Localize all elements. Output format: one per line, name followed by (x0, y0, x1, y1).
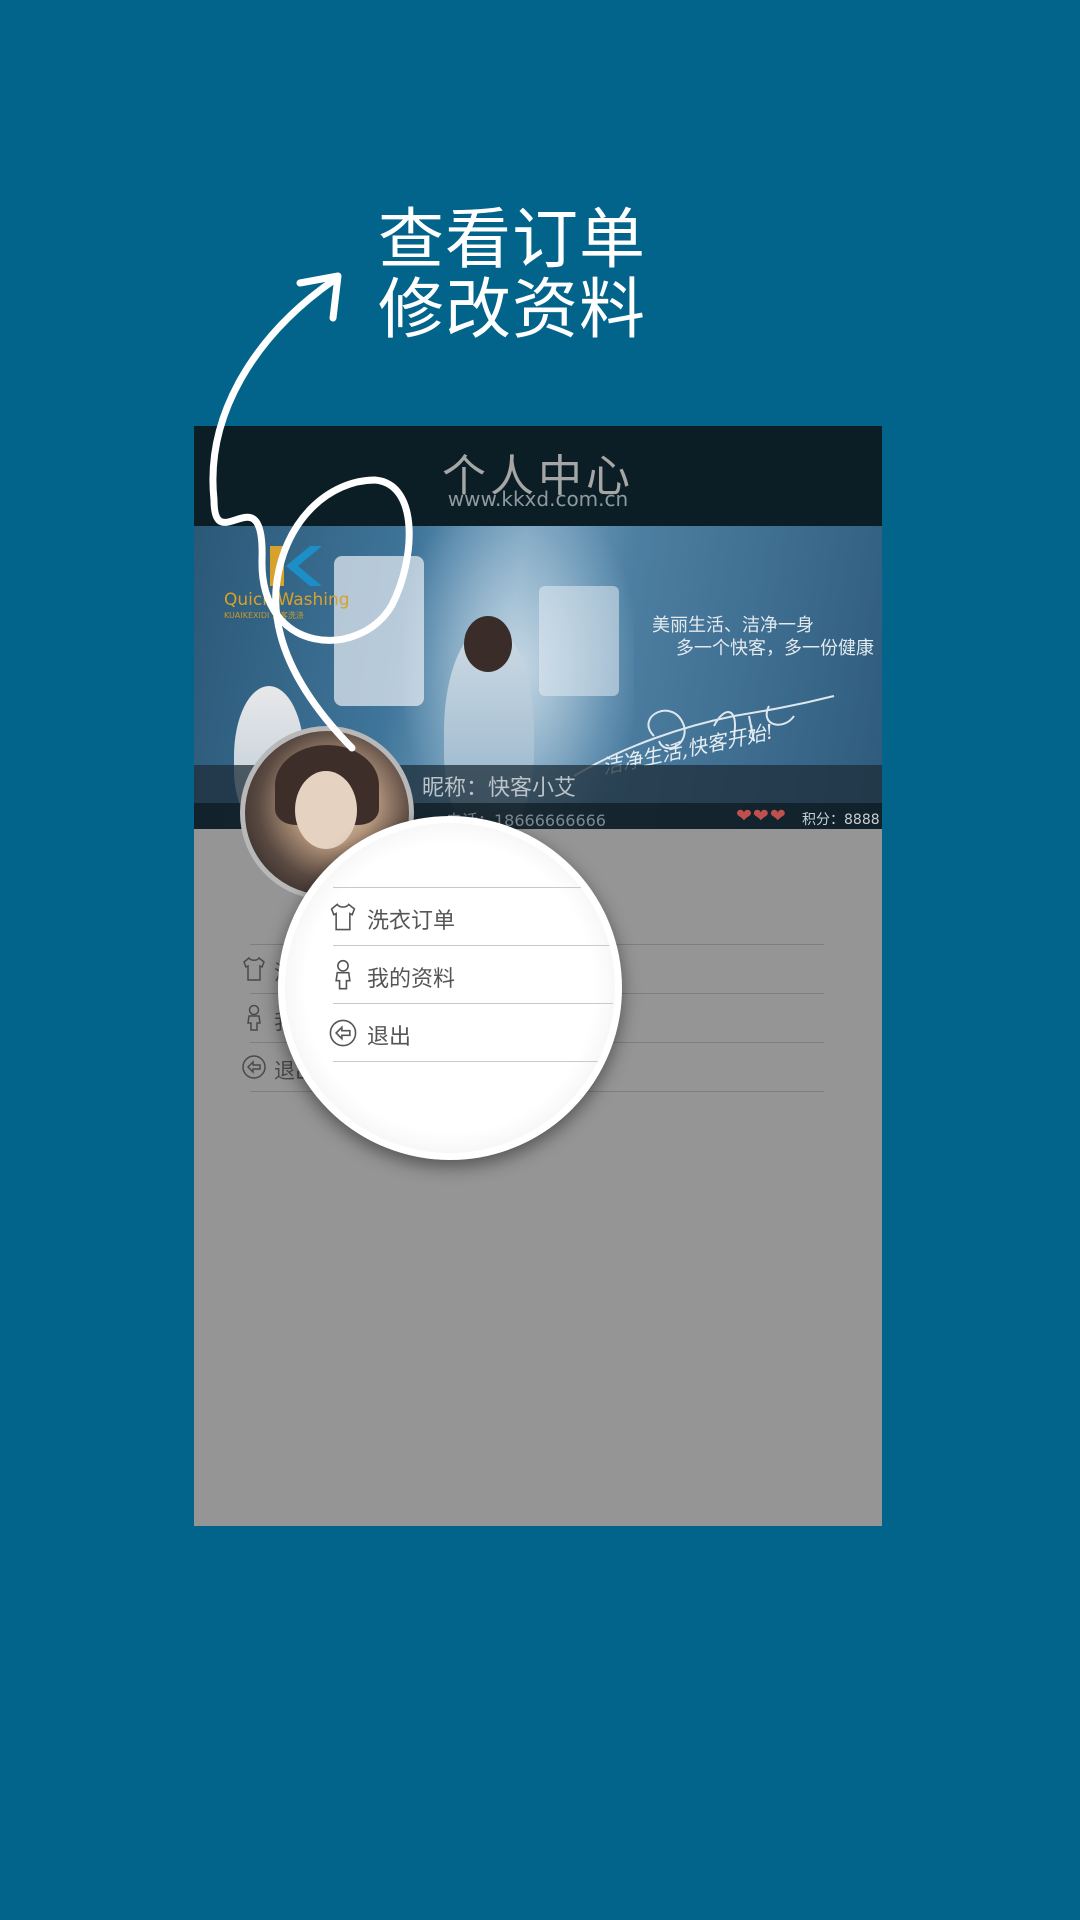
heart-rating-icon: ❤❤❤ (736, 805, 787, 827)
promo-line-2: 修改资料 (378, 271, 646, 348)
points-text: 积分：8888 (802, 812, 880, 828)
person-icon (335, 959, 351, 990)
laundry-cloth (334, 556, 424, 706)
nickname: 昵称：快客小艾 (422, 776, 577, 801)
logo-subtext: KUAIKEXIDI 快客洗涤 (224, 611, 304, 620)
site-url: www.kkxd.com.cn (447, 487, 629, 511)
promo-line-1: 查看订单 (378, 201, 646, 278)
exit-icon (242, 1055, 266, 1079)
banner-slogan: 美丽生活、洁净一身 多一个快客，多一份健康 (652, 614, 874, 660)
menu-item-label: 洗衣订单 (367, 909, 456, 934)
slogan-line-2: 多一个快客，多一份健康 (676, 638, 874, 659)
promo-headline: 查看订单 修改资料 (378, 205, 646, 345)
magnified-item-profile[interactable]: 我的资料 (333, 946, 613, 1004)
magnified-item-orders[interactable]: 洗衣订单 (330, 888, 613, 946)
menu-item-label: 退出 (367, 1025, 412, 1050)
shirt-icon (243, 956, 265, 981)
magnified-menu: 洗衣订单 我的资料 退出 (329, 887, 613, 1062)
avatar-face (295, 771, 357, 849)
slogan-line-1: 美丽生活、洁净一身 (652, 615, 814, 636)
exit-icon (329, 1019, 357, 1047)
logo-k-icon (270, 546, 322, 586)
arrow-head-icon (296, 272, 342, 322)
title-bar: 个人中心 www.kkxd.com.cn (194, 426, 882, 526)
brand-logo: Quick Washing KUAIKEXIDI 快客洗涤 (224, 544, 350, 624)
magnified-item-logout[interactable]: 退出 (329, 1004, 613, 1062)
menu-item-label: 我的资料 (367, 967, 456, 992)
magnifier-callout: 洗衣订单 我的资料 退出 (278, 816, 622, 1160)
person-icon (247, 1004, 261, 1031)
laundry-cloth (539, 586, 619, 696)
logo-text: Quick Washing (224, 590, 350, 610)
woman-head (464, 616, 512, 672)
shirt-icon (330, 903, 356, 931)
